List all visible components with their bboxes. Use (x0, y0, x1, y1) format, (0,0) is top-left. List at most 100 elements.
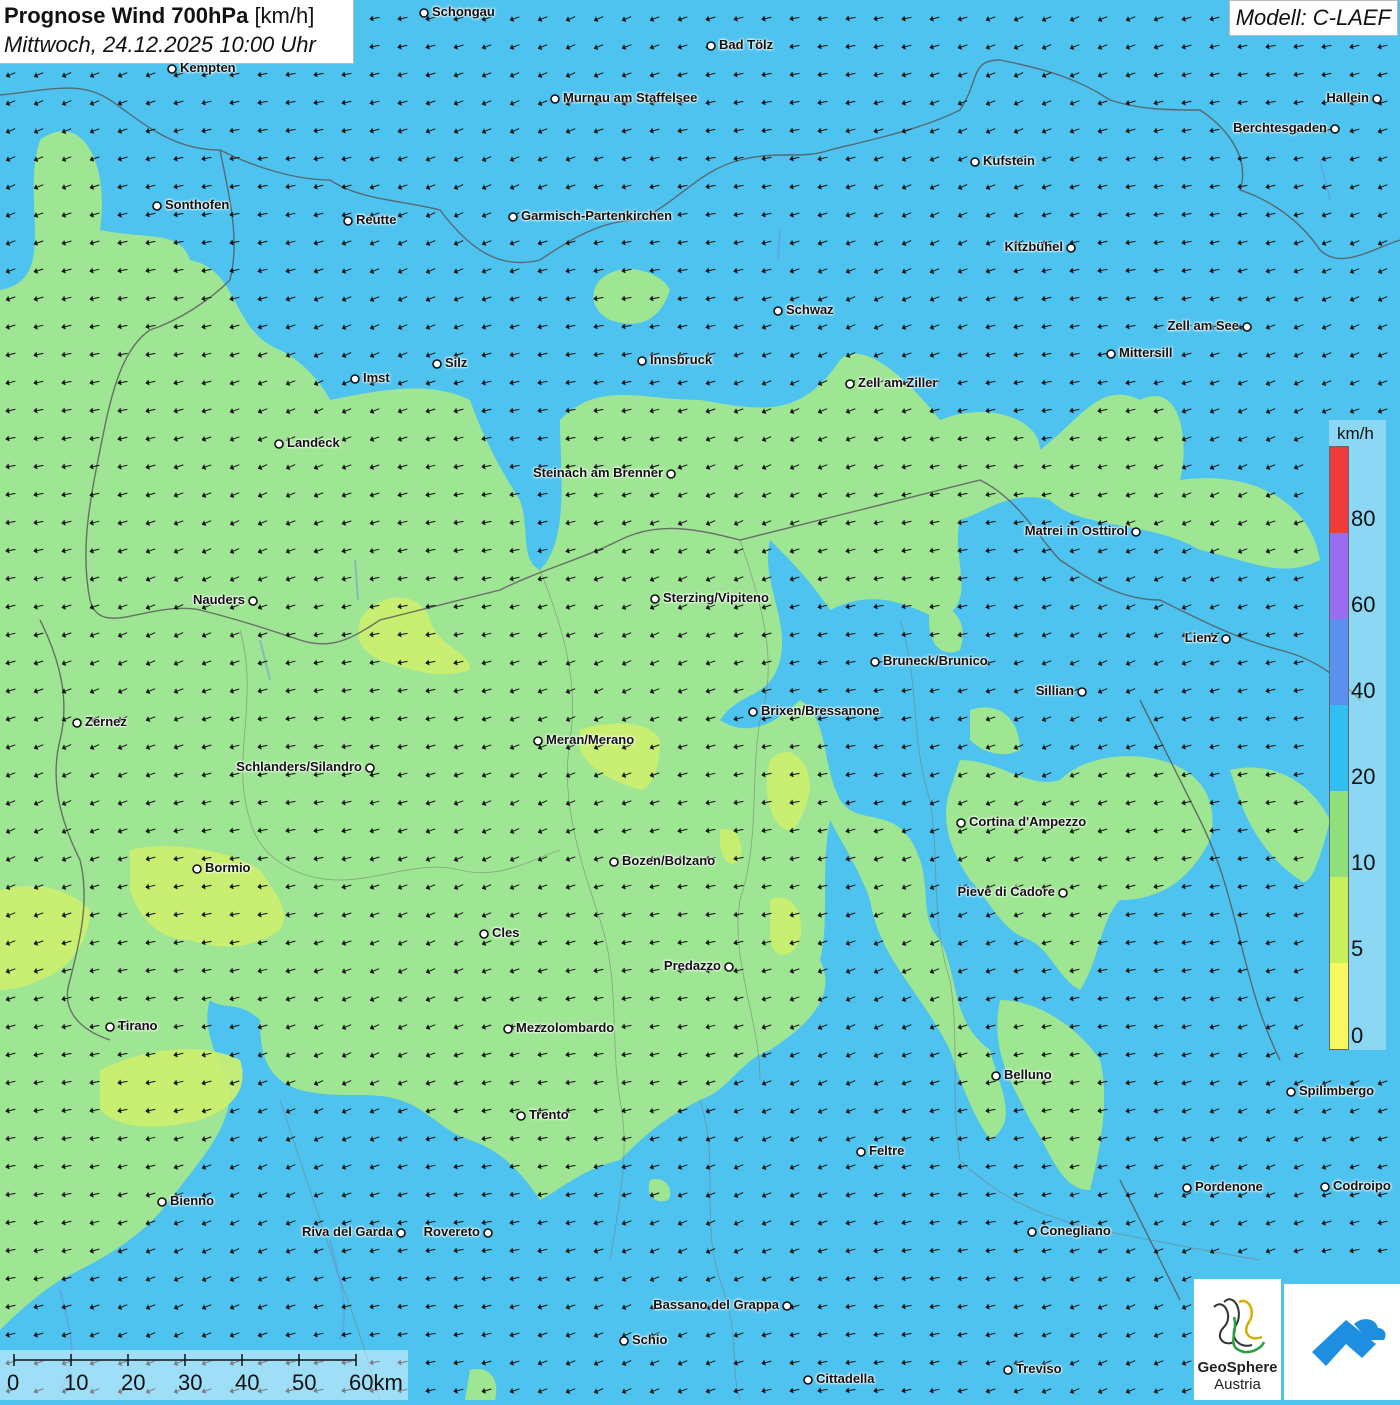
city-marker (479, 929, 489, 939)
legend-unit: km/h (1337, 424, 1374, 443)
city-marker (1372, 94, 1382, 104)
city-marker (1106, 349, 1116, 359)
city-marker (666, 469, 676, 479)
title: Prognose Wind 700hPa [km/h] (4, 2, 353, 30)
legend-segment (1330, 619, 1348, 705)
city-label: Zell am Ziller (858, 375, 938, 390)
legend-segment (1330, 963, 1348, 1049)
legend-segment (1330, 705, 1348, 791)
color-legend: km/h 80 60 40 20 10 5 0 (1329, 420, 1386, 1050)
geosphere-logo: GeoSphere Austria (1194, 1279, 1281, 1400)
title-unit: [km/h] (254, 3, 315, 28)
city-label: Kitzbühel (1004, 239, 1064, 254)
city-label: Bozen/Bolzano (622, 853, 716, 868)
city-label: Pordenone (1195, 1179, 1263, 1194)
model-label: Modell: C-LAEF (1228, 0, 1398, 36)
city-marker (350, 374, 360, 384)
city-label: Codroipo (1333, 1178, 1391, 1193)
city-marker (970, 157, 980, 167)
city-marker (856, 1147, 866, 1157)
legend-tick-label: 20 (1351, 764, 1376, 789)
city-label: Schlanders/Silandro (236, 759, 362, 774)
city-label: Sterzing/Vipiteno (663, 590, 769, 605)
city-marker (1027, 1227, 1037, 1237)
city-marker (1286, 1087, 1296, 1097)
legend-tick-label: 5 (1351, 936, 1364, 961)
city-label: Murnau am Staffelsee (563, 90, 698, 105)
city-marker (1320, 1182, 1330, 1192)
city-marker (343, 216, 353, 226)
city-label: Sillian (1035, 683, 1074, 698)
city-label: Schio (632, 1332, 668, 1347)
city-label: Tirano (118, 1018, 158, 1033)
city-label: Berchtesgaden (1233, 120, 1327, 135)
scale-label: 30 (178, 1370, 203, 1395)
geosphere-emblem-icon (1213, 1298, 1266, 1354)
city-label: Bruneck/Brunico (883, 653, 988, 668)
city-marker (1066, 243, 1076, 253)
legend-tick-label: 40 (1351, 678, 1376, 703)
city-marker (1077, 687, 1087, 697)
city-marker (516, 1111, 526, 1121)
city-marker (192, 864, 202, 874)
city-marker (1242, 322, 1252, 332)
city-marker (845, 379, 855, 389)
city-label: Nauders (192, 592, 245, 607)
legend-segment (1330, 447, 1348, 533)
city-marker (274, 439, 284, 449)
city-marker (167, 64, 177, 74)
city-label: Meran/Merano (546, 732, 635, 747)
city-marker (72, 718, 82, 728)
legend-segment (1330, 533, 1348, 619)
scale-label: 60km (349, 1370, 403, 1395)
legend-tick-label: 60 (1351, 592, 1376, 617)
city-marker (706, 41, 716, 51)
city-marker (619, 1336, 629, 1346)
city-label: Lienz (1184, 630, 1218, 645)
forecast-datetime: Mittwoch, 24.12.2025 10:00 Uhr (4, 32, 316, 57)
city-marker (1221, 634, 1231, 644)
city-marker (1058, 888, 1068, 898)
city-marker (365, 763, 375, 773)
city-label: Rovereto (423, 1224, 480, 1239)
city-label: Cittadella (816, 1371, 875, 1386)
scale-label: 50 (292, 1370, 317, 1395)
city-label: Bormio (205, 860, 251, 875)
city-label: Treviso (1016, 1361, 1062, 1376)
city-label: Riva del Garda (301, 1224, 393, 1239)
city-label: Steinach am Brenner (532, 465, 663, 480)
city-marker (503, 1024, 513, 1034)
city-marker (609, 857, 619, 867)
city-marker (419, 8, 429, 18)
city-label: Bad Tölz (719, 37, 774, 52)
city-label: Schongau (432, 4, 495, 19)
city-label: Cortina d'Ampezzo (969, 814, 1087, 829)
title-main: Prognose Wind 700hPa (4, 3, 249, 28)
city-marker (508, 212, 518, 222)
scale-bar: 0 10 20 30 40 50 60km (0, 1350, 408, 1400)
city-label: Kempten (180, 60, 236, 75)
city-label: Pieve di Cadore (957, 884, 1055, 899)
city-marker (870, 657, 880, 667)
city-marker (483, 1228, 493, 1238)
city-label: Conegliano (1040, 1223, 1111, 1238)
city-label: Matrei in Osttirol (1024, 523, 1128, 538)
city-label: Spilimbergo (1299, 1083, 1375, 1098)
city-label: Zernez (85, 714, 127, 729)
city-label: Predazzo (663, 958, 721, 973)
city-marker (550, 94, 560, 104)
city-label: Brixen/Bressanone (761, 703, 880, 718)
scale-ruler (13, 1354, 357, 1366)
city-label: Silz (445, 355, 468, 370)
city-marker (1330, 124, 1340, 134)
city-label: Imst (363, 370, 390, 385)
city-marker (748, 707, 758, 717)
geosphere-country: Austria (1214, 1376, 1261, 1393)
city-label: Schwaz (786, 302, 834, 317)
city-marker (1131, 527, 1141, 537)
legend-tick-label: 80 (1351, 506, 1376, 531)
city-label: Bienno (170, 1193, 215, 1208)
city-marker (432, 359, 442, 369)
cloud-app-icon (1312, 1319, 1386, 1366)
city-marker (773, 306, 783, 316)
